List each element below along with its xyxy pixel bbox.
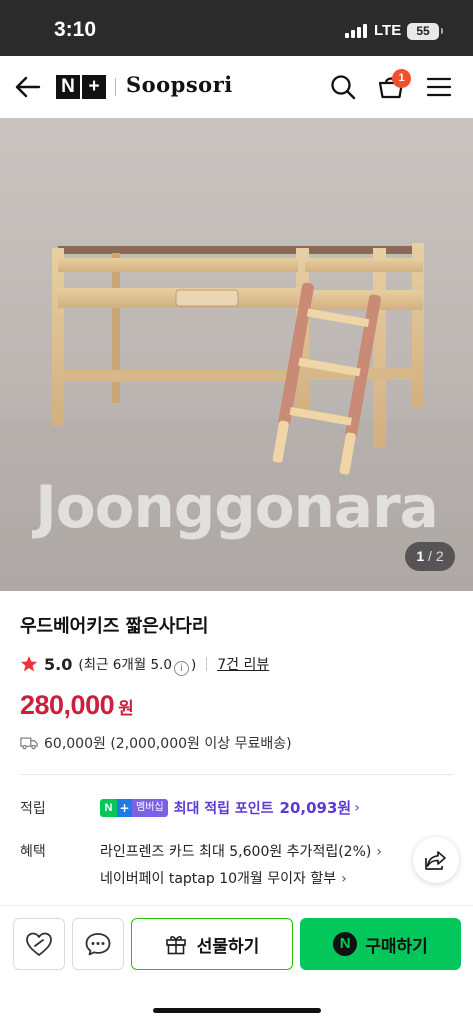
battery-tip bbox=[441, 28, 443, 34]
recent-rating-text: (최근 6개월 5.0 bbox=[78, 656, 172, 673]
points-amount: 20,093원 bbox=[279, 799, 352, 817]
home-indicator bbox=[153, 1008, 321, 1013]
truck-icon bbox=[20, 737, 38, 750]
search-button[interactable] bbox=[325, 69, 361, 105]
membership-badge: N + 멤버십 bbox=[100, 798, 168, 817]
chevron-right-icon: › bbox=[376, 844, 382, 860]
signal-icon bbox=[345, 24, 369, 38]
chat-bubble-icon bbox=[85, 933, 111, 956]
info-icon[interactable]: i bbox=[173, 660, 189, 676]
badge-text: 멤버십 bbox=[132, 798, 168, 817]
brand-name[interactable]: Soopsori bbox=[126, 72, 233, 97]
status-bar: 3:10 LTE 55 bbox=[0, 0, 473, 56]
benefit-installment-text: 네이버페이 taptap 10개월 무이자 할부 bbox=[100, 871, 337, 887]
benefit-installment-link[interactable]: 네이버페이 taptap 10개월 무이자 할부 › bbox=[100, 868, 347, 888]
badge-plus: + bbox=[117, 798, 132, 817]
share-button[interactable] bbox=[413, 837, 459, 883]
chevron-right-icon: › bbox=[341, 871, 347, 887]
section-divider bbox=[20, 774, 453, 775]
recent-rating: (최근 6개월 5.0 i) bbox=[78, 653, 196, 676]
benefit-card-link[interactable]: 라인프렌즈 카드 최대 5,600원 추가적립(2%) › bbox=[100, 841, 382, 861]
buy-button[interactable]: N 구매하기 bbox=[300, 918, 461, 970]
product-image[interactable]: Joonggonara bbox=[0, 118, 473, 591]
back-button[interactable] bbox=[10, 69, 46, 105]
chevron-right-icon: › bbox=[354, 799, 360, 816]
rating-separator bbox=[206, 657, 208, 671]
menu-button[interactable] bbox=[421, 69, 457, 105]
status-time: 3:10 bbox=[54, 18, 97, 41]
naver-pay-icon: N bbox=[333, 932, 358, 956]
review-link[interactable]: 7건 리뷰 bbox=[217, 654, 269, 674]
wishlist-button[interactable] bbox=[13, 918, 65, 970]
logo-divider bbox=[115, 78, 116, 96]
page-current: 1 bbox=[416, 548, 425, 564]
app-header: N + Soopsori 1 bbox=[0, 56, 473, 118]
battery-icon: 55 bbox=[407, 23, 439, 40]
badge-n: N bbox=[100, 798, 117, 817]
recent-rating-close: ) bbox=[190, 656, 197, 673]
bottom-action-bar: 선물하기 N 구매하기 bbox=[0, 906, 473, 1024]
search-icon bbox=[331, 75, 356, 100]
points-label: 적립 bbox=[20, 801, 46, 817]
shipping-text: 60,000원 (2,000,000원 이상 무료배송) bbox=[44, 736, 292, 752]
points-text: 최대 적립 포인트 bbox=[173, 800, 274, 817]
naver-plus-logo[interactable]: N + bbox=[56, 75, 106, 99]
product-title: 우드베어키즈 짧은사다리 bbox=[20, 616, 209, 637]
cart-count-badge: 1 bbox=[392, 69, 411, 88]
buy-label: 구매하기 bbox=[365, 936, 428, 957]
logo-letter-plus: + bbox=[82, 75, 106, 99]
watermark: Joonggonara bbox=[35, 473, 439, 541]
benefit-label: 혜택 bbox=[20, 844, 46, 860]
gift-button[interactable]: 선물하기 bbox=[131, 918, 293, 970]
benefit-card-text: 라인프렌즈 카드 최대 5,600원 추가적립(2%) bbox=[100, 844, 372, 860]
logo-letter-n: N bbox=[56, 75, 80, 99]
network-label: LTE bbox=[374, 22, 402, 39]
gift-icon bbox=[165, 936, 186, 955]
points-row[interactable]: N + 멤버십 최대 적립 포인트 20,093원 › bbox=[100, 797, 360, 818]
star-icon bbox=[20, 656, 38, 672]
hamburger-menu-icon bbox=[426, 77, 452, 97]
image-page-indicator: 1 / 2 bbox=[405, 542, 455, 571]
back-arrow-icon bbox=[15, 76, 41, 98]
chat-button[interactable] bbox=[72, 918, 124, 970]
price-row: 280,000 원 bbox=[20, 690, 134, 721]
rating-row: 5.0 (최근 6개월 5.0 i) 7건 리뷰 bbox=[20, 653, 269, 676]
gift-label: 선물하기 bbox=[196, 936, 260, 957]
page-total: / 2 bbox=[428, 548, 444, 564]
share-icon bbox=[425, 851, 446, 870]
shipping-row: 60,000원 (2,000,000원 이상 무료배송) bbox=[20, 733, 292, 753]
price: 280,000 bbox=[20, 690, 115, 720]
price-unit: 원 bbox=[118, 699, 134, 719]
rating-score: 5.0 bbox=[44, 654, 73, 674]
heart-icon bbox=[26, 932, 52, 956]
